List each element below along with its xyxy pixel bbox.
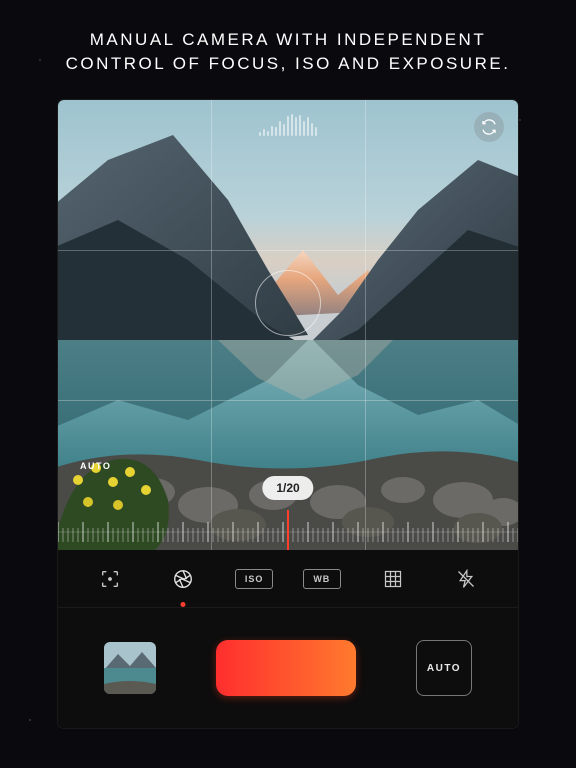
white-balance-tool[interactable]: WB bbox=[303, 569, 341, 589]
focus-icon bbox=[99, 568, 121, 590]
grid-icon bbox=[383, 569, 403, 589]
iso-tool[interactable]: ISO bbox=[235, 569, 273, 589]
active-tool-indicator bbox=[181, 602, 186, 607]
headline-line-2: CONTROL OF FOCUS, ISO AND EXPOSURE. bbox=[30, 52, 546, 76]
shutter-tool[interactable] bbox=[161, 561, 205, 597]
auto-mode-button[interactable]: AUTO bbox=[416, 640, 472, 696]
parameter-toolbar: ISO WB bbox=[58, 550, 518, 608]
capture-bar: AUTO bbox=[58, 608, 518, 728]
parameter-ruler[interactable] bbox=[58, 510, 518, 550]
grid-tool[interactable] bbox=[371, 561, 415, 597]
switch-camera-icon bbox=[481, 119, 497, 135]
ruler-needle bbox=[287, 510, 289, 550]
shutter-value-pill[interactable]: 1/20 bbox=[262, 476, 313, 500]
flash-tool[interactable] bbox=[444, 561, 488, 597]
focus-reticle[interactable] bbox=[255, 270, 321, 336]
app-frame: AUTO 1/20 bbox=[58, 100, 518, 728]
flash-off-icon bbox=[456, 569, 476, 589]
focus-tool[interactable] bbox=[88, 561, 132, 597]
promo-headline: MANUAL CAMERA WITH INDEPENDENT CONTROL O… bbox=[0, 28, 576, 76]
histogram bbox=[259, 114, 317, 136]
last-capture-thumbnail[interactable] bbox=[104, 642, 156, 694]
headline-line-1: MANUAL CAMERA WITH INDEPENDENT bbox=[30, 28, 546, 52]
aperture-icon bbox=[172, 568, 194, 590]
switch-camera-button[interactable] bbox=[474, 112, 504, 142]
viewfinder[interactable]: AUTO 1/20 bbox=[58, 100, 518, 550]
auto-mode-badge[interactable]: AUTO bbox=[70, 456, 121, 476]
record-button[interactable] bbox=[216, 640, 356, 696]
